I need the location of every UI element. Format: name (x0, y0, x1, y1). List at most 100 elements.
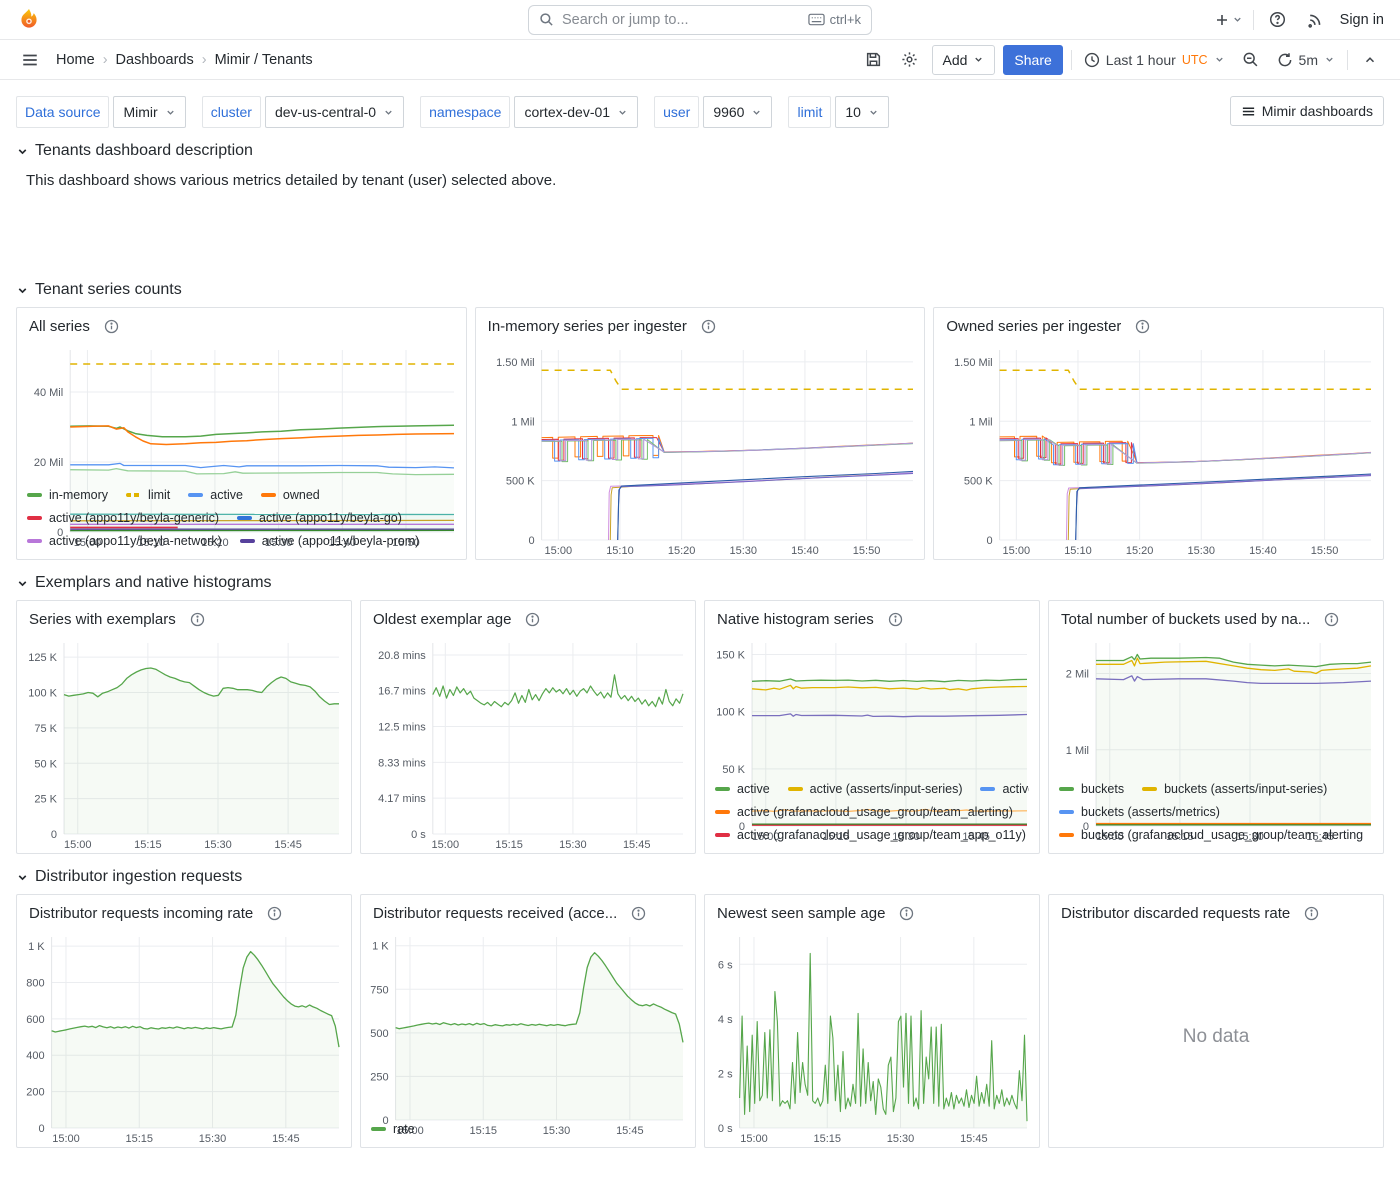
legend-item[interactable]: buckets (asserts/input-series) (1142, 782, 1327, 796)
sign-in-button[interactable]: Sign in (1340, 12, 1384, 28)
legend-row: buckets (grafanacloud_usage_group/team_a… (1059, 823, 1373, 846)
x-axis-label: 15:15 (813, 1133, 841, 1145)
chart-received-rate[interactable]: 15:0015:1515:3015:4502505007501 K (365, 929, 689, 1116)
x-axis-label: 15:15 (134, 839, 162, 851)
panel-native-histogram-series: Native histogram series 15:0015:1515:301… (704, 600, 1040, 854)
add-new-button[interactable] (1214, 12, 1243, 28)
chart-owned-series[interactable]: 15:0015:1015:2015:3015:4015:500500 K1 Mi… (938, 342, 1377, 559)
chart-series-with-exemplars[interactable]: 15:0015:1515:3015:45025 K50 K75 K100 K12… (21, 635, 345, 853)
x-axis-label: 15:00 (544, 545, 572, 557)
chart-native-histogram-series[interactable]: 15:0015:1515:3015:45050 K100 K150 K (709, 635, 1033, 776)
legend-item[interactable]: active (188, 488, 243, 502)
time-range-label: Last 1 hour (1106, 52, 1176, 68)
info-icon[interactable] (899, 906, 914, 921)
help-icon[interactable] (1264, 6, 1292, 34)
legend-item[interactable]: limit (126, 488, 170, 502)
y-axis-label: 0 (528, 535, 534, 547)
y-axis-label: 1 Mil (970, 416, 993, 428)
breadcrumb-current[interactable]: Mimir / Tenants (215, 52, 313, 68)
divider (1347, 50, 1348, 70)
panel-title[interactable]: Newest seen sample age (717, 905, 885, 922)
share-button[interactable]: Share (1003, 45, 1062, 75)
legend-item[interactable]: active (appo11y/beyla-generic) (27, 511, 219, 525)
chart-oldest-exemplar-age[interactable]: 15:0015:1515:3015:450 s4.17 mins8.33 min… (365, 635, 689, 853)
refresh-picker[interactable]: 5m (1273, 52, 1339, 68)
chart-in-memory-series[interactable]: 15:0015:1015:2015:3015:4015:500500 K1 Mi… (480, 342, 919, 559)
legend-item[interactable]: active (715, 782, 770, 796)
legend-item[interactable]: owned (261, 488, 320, 502)
chart-all-series[interactable]: 15:0015:1015:2015:3015:4015:50020 Mil40 … (21, 342, 460, 482)
panel-title[interactable]: All series (29, 318, 90, 335)
panel-title[interactable]: Distributor discarded requests rate (1061, 905, 1290, 922)
cluster-dropdown[interactable]: dev-us-central-0 (265, 96, 404, 128)
info-icon[interactable] (1135, 319, 1150, 334)
legend-item[interactable]: in-memory (27, 488, 108, 502)
y-axis-label: 150 K (716, 649, 745, 661)
series-line (70, 463, 454, 468)
x-axis-label: 15:20 (1126, 545, 1154, 557)
info-icon[interactable] (525, 612, 540, 627)
search-input[interactable]: Search or jump to... ctrl+k (528, 5, 872, 35)
info-icon[interactable] (1304, 906, 1319, 921)
x-axis-label: 15:15 (125, 1133, 153, 1145)
collapse-toolbar-icon[interactable] (1356, 46, 1384, 74)
info-icon[interactable] (701, 319, 716, 334)
user-dropdown[interactable]: 9960 (703, 96, 772, 128)
news-icon[interactable] (1302, 6, 1330, 34)
panel-title[interactable]: Distributor requests received (acce... (373, 905, 617, 922)
section-exemplars[interactable]: Exemplars and native histograms (16, 574, 1384, 592)
legend-item[interactable]: buckets (grafanacloud_usage_group/team_a… (1059, 828, 1363, 842)
section-distributor[interactable]: Distributor ingestion requests (16, 868, 1384, 886)
chart-total-buckets[interactable]: 15:0015:1515:3015:4501 Mil2 Mil (1053, 635, 1377, 776)
y-axis-label: 25 K (34, 794, 57, 806)
legend-item[interactable]: active (asserts/input-series) (788, 782, 963, 796)
panel-title[interactable]: Owned series per ingester (946, 318, 1121, 335)
datasource-dropdown[interactable]: Mimir (113, 96, 185, 128)
info-icon[interactable] (104, 319, 119, 334)
legend-item[interactable]: rate (371, 1122, 415, 1136)
namespace-dropdown[interactable]: cortex-dev-01 (514, 96, 638, 128)
panel-oldest-exemplar-age: Oldest exemplar age 15:0015:1515:3015:45… (360, 600, 696, 854)
time-range-picker[interactable]: Last 1 hour UTC (1080, 52, 1229, 68)
panel-title[interactable]: Oldest exemplar age (373, 611, 511, 628)
legend-item[interactable]: buckets (1059, 782, 1124, 796)
y-axis-label: 12.5 mins (378, 721, 426, 733)
section-tenant-series[interactable]: Tenant series counts (16, 281, 1384, 299)
info-icon[interactable] (267, 906, 282, 921)
save-dashboard-icon[interactable] (860, 46, 888, 74)
panel-title[interactable]: Series with exemplars (29, 611, 176, 628)
breadcrumb-dashboards[interactable]: Dashboards (116, 52, 194, 68)
legend-label: buckets (asserts/metrics) (1081, 805, 1220, 819)
info-icon[interactable] (631, 906, 646, 921)
mimir-dashboards-button[interactable]: Mimir dashboards (1230, 96, 1384, 126)
panel-title[interactable]: In-memory series per ingester (488, 318, 687, 335)
legend-item[interactable]: active (appo11y/beyla-network) (27, 534, 222, 548)
breadcrumb-home[interactable]: Home (56, 52, 95, 68)
chart-newest-sample-age[interactable]: 15:0015:1515:3015:450 s2 s4 s6 s (709, 929, 1033, 1147)
mega-menu-icon[interactable] (16, 46, 44, 74)
legend-item[interactable]: active (grafanacloud_usage_group/team_ap… (715, 828, 1026, 842)
y-axis-label: 1.50 Mil (954, 357, 993, 369)
dashboard-settings-icon[interactable] (896, 46, 924, 74)
info-icon[interactable] (1324, 612, 1339, 627)
namespace-value: cortex-dev-01 (524, 104, 610, 120)
legend-item[interactable]: buckets (asserts/metrics) (1059, 805, 1220, 819)
grafana-logo[interactable] (16, 7, 42, 33)
section-description[interactable]: Tenants dashboard description (16, 142, 1384, 160)
datasource-value: Mimir (123, 104, 157, 120)
info-icon[interactable] (888, 612, 903, 627)
panel-title[interactable]: Total number of buckets used by na... (1061, 611, 1310, 628)
limit-dropdown[interactable]: 10 (835, 96, 889, 128)
add-panel-button[interactable]: Add (932, 45, 996, 75)
legend-item[interactable]: active (appo11y/beyla-prom) (240, 534, 419, 548)
chart-incoming-rate[interactable]: 15:0015:1515:3015:4502004006008001 K (21, 929, 345, 1147)
legend-item[interactable]: active (appo11y/beyla-go) (237, 511, 402, 525)
info-icon[interactable] (190, 612, 205, 627)
y-axis-label: 400 (26, 1050, 44, 1062)
panel-title[interactable]: Native histogram series (717, 611, 874, 628)
chart-canvas: 15:0015:1515:3015:4502004006008001 K (21, 929, 345, 1147)
legend-item[interactable]: active (980, 782, 1029, 796)
panel-title[interactable]: Distributor requests incoming rate (29, 905, 253, 922)
legend-item[interactable]: active (grafanacloud_usage_group/team_al… (715, 805, 1013, 819)
zoom-out-time-icon[interactable] (1237, 46, 1265, 74)
